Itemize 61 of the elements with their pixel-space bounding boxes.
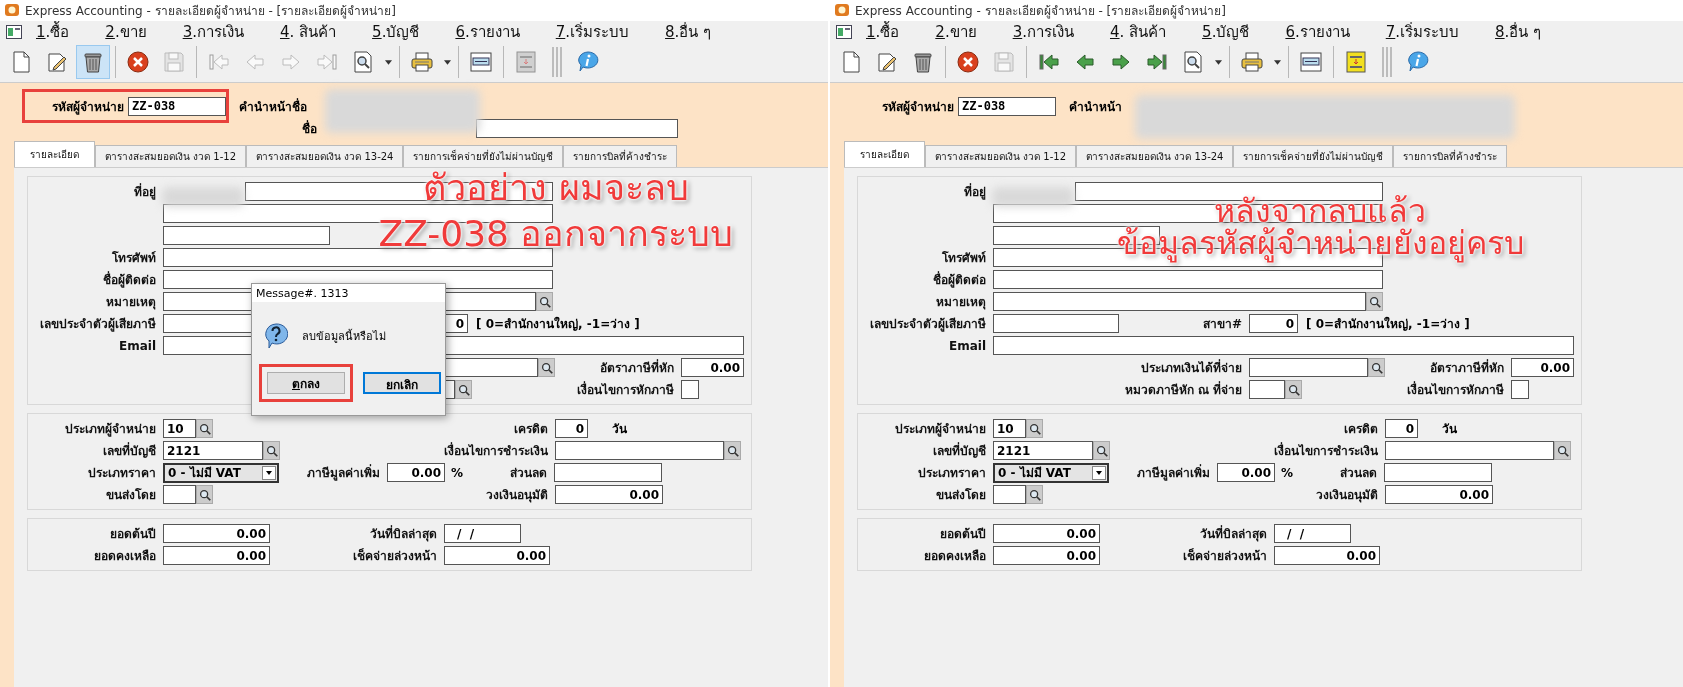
field-label: ส่วนลด (1339, 465, 1378, 482)
field-label: โทรศัพท์ (111, 250, 157, 267)
branch-hint: [ 0=สำนักงานใหญ่, -1=ว่าง ] (476, 315, 640, 333)
unit-label: วัน (611, 421, 627, 438)
field-label: เช็คจ่ายล่วงหน้า (352, 547, 438, 565)
field-label: ชื่อผู้ติดต่อ (932, 270, 987, 289)
field-label: เลขประจำตัวผู้เสียภาษี (39, 316, 157, 333)
field-label: เงื่อนไขการหักภาษี (1406, 380, 1505, 399)
field-label: รหัสผู้จำหน่าย (881, 98, 955, 116)
field-label: เครดิต (513, 421, 549, 438)
field-label: ประเภทเงินได้ที่จ่าย (1140, 358, 1243, 377)
field-label: เงื่อนไขการหักภาษี (576, 380, 675, 399)
field-label: ภาษีมูลค่าเพิ่ม (306, 463, 381, 482)
field-label: วันที่บิลล่าสุด (1199, 524, 1268, 543)
field-label: คำนำหน้า (1069, 98, 1122, 116)
field-label: ยอดคงเหลือ (923, 548, 987, 565)
annotation-text: ZZ-038 ออกจากระบบ (378, 214, 734, 253)
field-label: อัตราภาษีที่หัก (599, 358, 675, 377)
branch-hint: [ 0=สำนักงานใหญ่, -1=ว่าง ] (1306, 315, 1470, 333)
field-label: ประเภทราคา (87, 465, 157, 482)
field-label: เช็คจ่ายล่วงหน้า (1182, 547, 1268, 565)
field-label: ที่อยู่ (133, 182, 157, 201)
field-label: วันที่บิลล่าสุด (369, 524, 438, 543)
unit-label: % (450, 465, 465, 480)
field-label: ยอดต้นปี (109, 526, 157, 543)
window-title: Express Accounting - รายละเอียดผู้จำหน่าย - [รายละเอียดผู้จำหน่าย] (855, 2, 1226, 20)
field-label: ขนส่งโดย (105, 487, 157, 504)
field-label: วงเงินอนุมัติ (485, 487, 549, 504)
field-label: Email (947, 338, 987, 353)
field-label: หมวดภาษีหัก ณ ที่จ่าย (1123, 380, 1243, 399)
field-label: อัตราภาษีที่หัก (1429, 358, 1505, 377)
field-label: ประเภทราคา (917, 465, 987, 482)
field-label: ประเภทผู้จำหน่าย (894, 421, 987, 438)
field-label: ภาษีมูลค่าเพิ่ม (1136, 463, 1211, 482)
field-label: สาขา# (1201, 316, 1243, 333)
field-label: Email (117, 338, 157, 353)
window-title: Express Accounting - รายละเอียดผู้จำหน่าย - [รายละเอียดผู้จำหน่าย] (25, 2, 396, 20)
field-label: ขนส่งโดย (935, 487, 987, 504)
field-label: ชื่อผู้ติดต่อ (102, 270, 157, 289)
field-label: ประเภทผู้จำหน่าย (64, 421, 157, 438)
field-label: ยอดต้นปี (939, 526, 987, 543)
field-label: ยอดคงเหลือ (93, 548, 157, 565)
unit-label: วัน (1441, 421, 1457, 438)
field-label: เครดิต (1343, 421, 1379, 438)
field-label: คำนำหน้าชื่อ (239, 97, 307, 116)
field-label: ชื่อ (301, 119, 318, 138)
field-label: เลขประจำตัวผู้เสียภาษี (869, 316, 987, 333)
field-label: รหัสผู้จำหน่าย (51, 98, 125, 116)
field-label: หมายเหตุ (935, 294, 987, 311)
unit-label: % (1280, 465, 1295, 480)
dialog-title: Message#. 1313 (252, 284, 445, 302)
field-label: เลขที่บัญชี (102, 441, 157, 460)
field-label: เลขที่บัญชี (932, 441, 987, 460)
field-label: เงื่อนไขการชำระเงิน (1273, 441, 1379, 460)
dialog-message: ลบข้อมูลนี้หรือไม่ (302, 328, 386, 345)
field-label: ที่อยู่ (963, 182, 987, 201)
field-label: โทรศัพท์ (941, 250, 987, 267)
field-label: วงเงินอนุมัติ (1315, 487, 1379, 504)
field-label: หมายเหตุ (105, 294, 157, 311)
field-label: เงื่อนไขการชำระเงิน (443, 441, 549, 460)
field-label: ส่วนลด (509, 465, 548, 482)
